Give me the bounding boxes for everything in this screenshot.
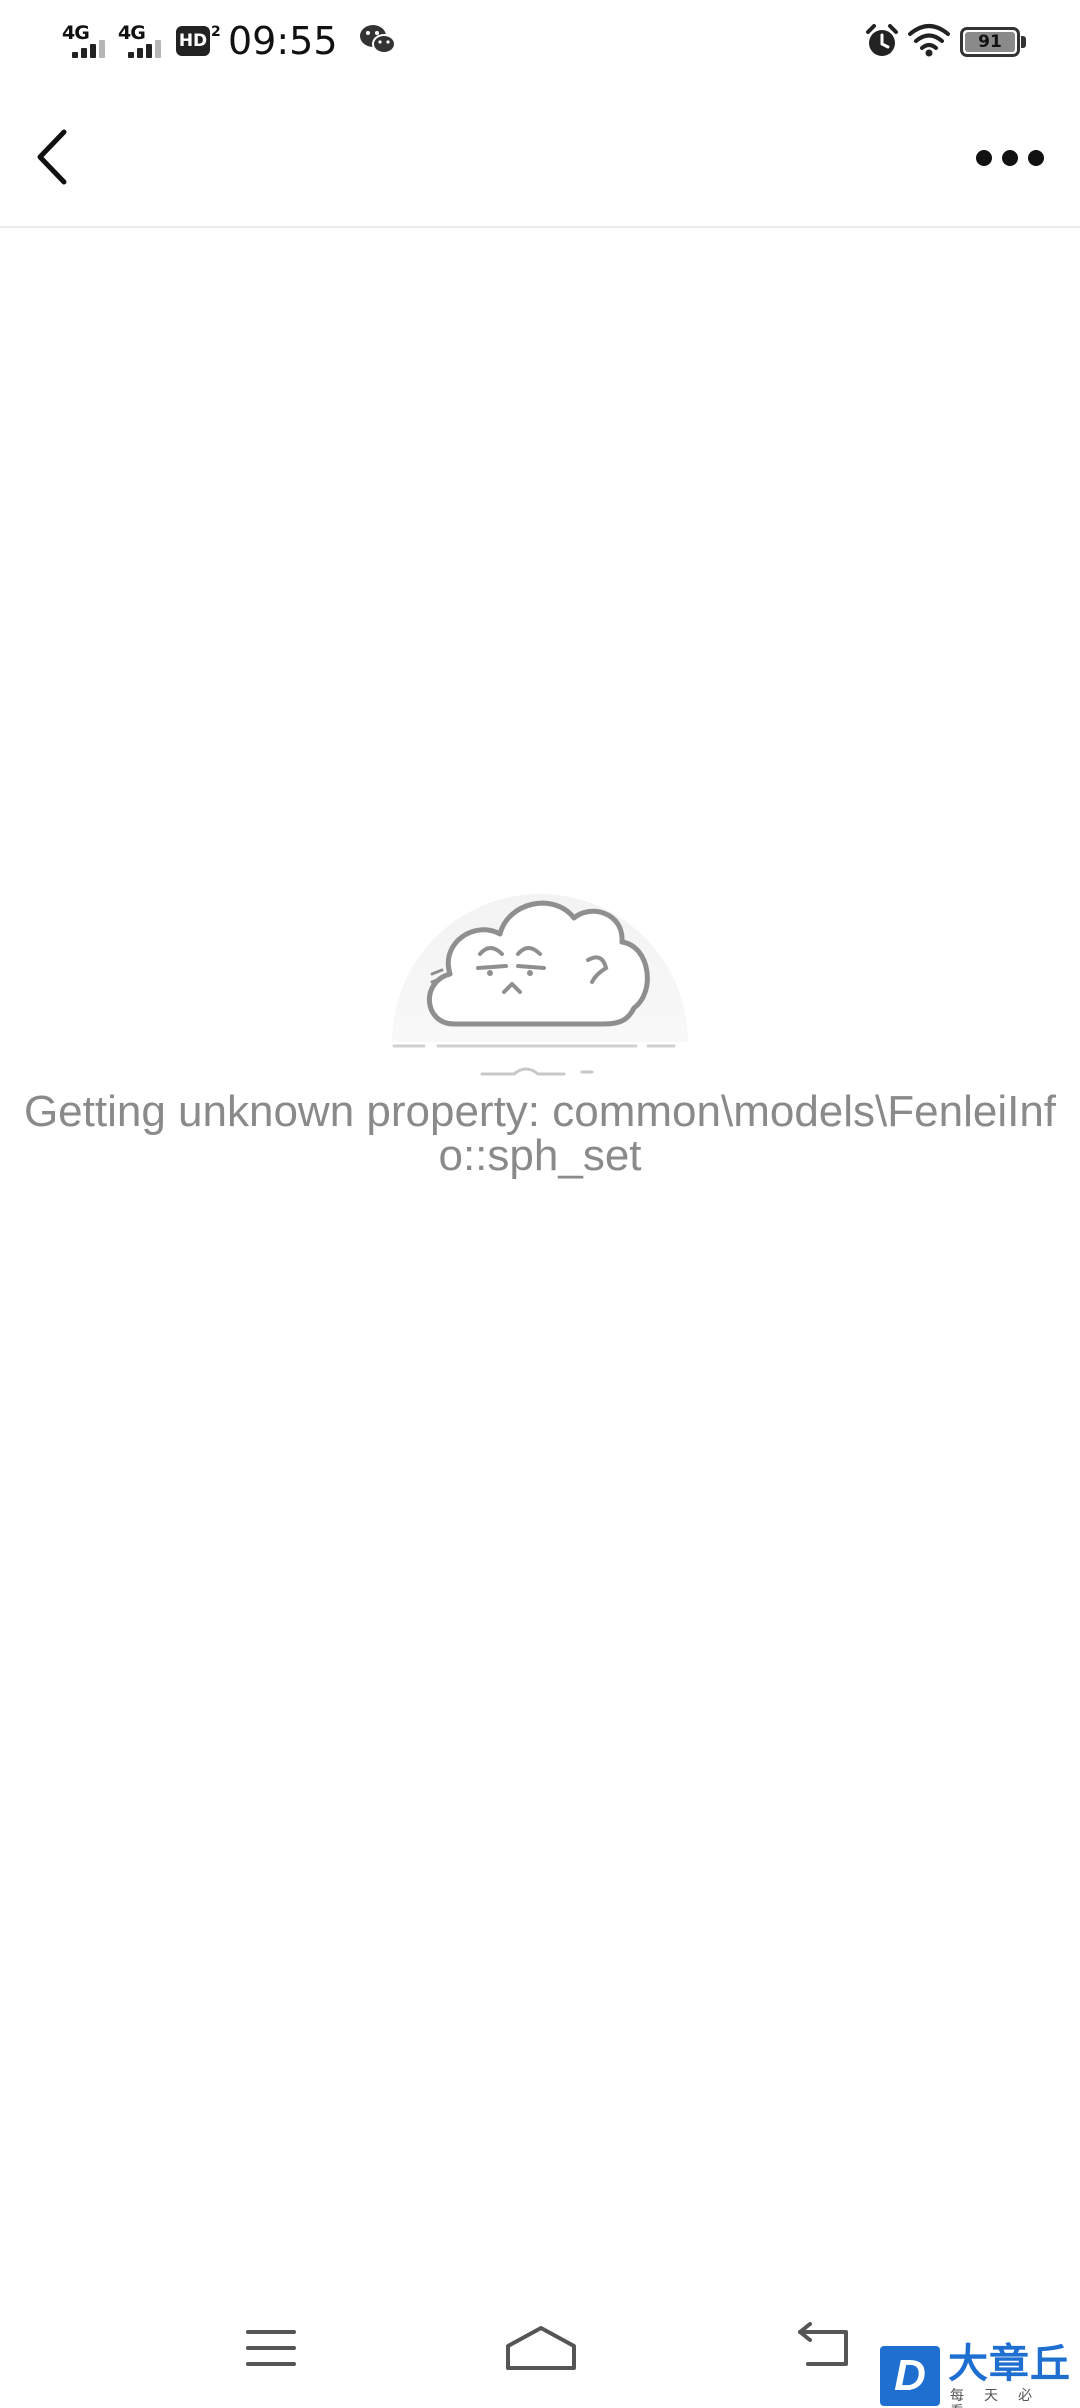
more-options-button[interactable] <box>962 128 1058 188</box>
wifi-icon <box>908 24 950 57</box>
status-bar: 4G 4G HD 2 09:55 91 <box>0 0 1080 80</box>
wechat-notification-icon <box>360 25 396 54</box>
back-button[interactable] <box>22 118 92 196</box>
watermark-badge-letter: D <box>894 2351 926 2400</box>
alarm-icon <box>866 24 898 56</box>
chevron-left-icon <box>37 129 67 185</box>
watermark-logo: D 大章丘 每天必看 <box>876 2330 1080 2408</box>
error-empty-state: Getting unknown property: common\models\… <box>0 820 1080 1200</box>
system-home-button[interactable] <box>500 2318 582 2378</box>
system-menu-button[interactable] <box>236 2318 306 2378</box>
menu-icon <box>246 2330 296 2366</box>
battery-icon: 91 <box>960 27 1020 57</box>
watermark-title: 大章丘 <box>948 2341 1071 2387</box>
cloud-face-illustration <box>392 894 688 1076</box>
battery-level: 91 <box>978 32 1002 52</box>
nav-bar <box>0 80 1080 228</box>
watermark-subtitle: 每天必看 <box>950 2388 1052 2408</box>
back-arrow-icon <box>798 2322 848 2366</box>
battery-tip <box>1021 36 1026 48</box>
error-message: Getting unknown property: common\models\… <box>23 1087 1057 1180</box>
sim1-signal-icon: 4G <box>62 22 112 58</box>
sim2-signal-icon: 4G <box>118 22 168 58</box>
home-icon <box>506 2326 576 2370</box>
status-time: 09:55 <box>228 19 338 63</box>
more-dots-icon <box>976 150 1044 166</box>
system-back-button[interactable] <box>790 2318 860 2378</box>
watermark-badge: D <box>880 2346 940 2406</box>
screen: 4G 4G HD 2 09:55 91 Getting unknown prop… <box>0 0 1080 2408</box>
hd-volte-icon: HD <box>176 26 210 56</box>
hd-sub-label: 2 <box>211 24 221 40</box>
